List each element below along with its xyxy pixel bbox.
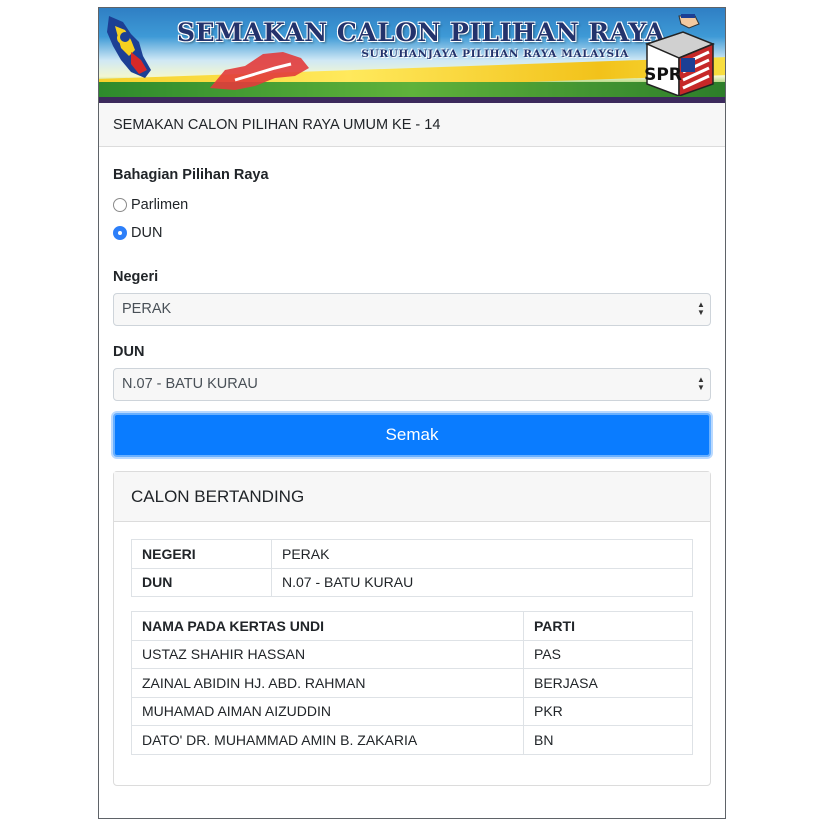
info-table: NEGERI PERAK DUN N.07 - BATU KURAU	[131, 539, 693, 597]
radio-dun-label: DUN	[131, 225, 163, 241]
page-frame: SEMAKAN CALON PILIHAN RAYA SURUHANJAYA P…	[98, 7, 726, 819]
dun-select[interactable]: N.07 - BATU KURAU ▲ ▼	[113, 368, 711, 401]
table-row: MUHAMAD AIMAN AIZUDDIN PKR	[131, 696, 693, 726]
info-key: NEGERI	[131, 539, 272, 569]
radio-dun[interactable]: DUN	[113, 219, 711, 247]
table-row: NEGERI PERAK	[131, 539, 693, 569]
table-row: ZAINAL ABIDIN HJ. ABD. RAHMAN BERJASA	[131, 668, 693, 698]
banner-subtitle: SURUHANJAYA PILIHAN RAYA MALAYSIA	[361, 48, 629, 60]
candidate-party: BERJASA	[523, 668, 693, 698]
candidate-party: BN	[523, 725, 693, 755]
negeri-label: Negeri	[113, 269, 159, 285]
candidate-party: PKR	[523, 696, 693, 726]
results-card: CALON BERTANDING NEGERI PERAK DUN N.07 -…	[113, 471, 711, 786]
malaysia-map-flag-graphic	[107, 16, 151, 78]
negeri-select[interactable]: PERAK ▲ ▼	[113, 293, 711, 326]
radio-parlimen-label: Parlimen	[131, 197, 189, 213]
candidate-party: PAS	[523, 639, 693, 669]
select-arrows-icon: ▲ ▼	[697, 300, 705, 317]
results-title: CALON BERTANDING	[114, 472, 710, 522]
candidates-table: NAMA PADA KERTAS UNDI PARTI USTAZ SHAHIR…	[131, 611, 693, 755]
banner-title: SEMAKAN CALON PILIHAN RAYA	[177, 18, 665, 47]
select-arrows-icon: ▲ ▼	[697, 375, 705, 392]
negeri-select-value: PERAK	[122, 301, 172, 317]
table-row: DATO' DR. MUHAMMAD AMIN B. ZAKARIA BN	[131, 725, 693, 755]
radio-parlimen-control[interactable]	[113, 198, 127, 212]
dun-select-value: N.07 - BATU KURAU	[122, 376, 258, 392]
info-value: PERAK	[271, 539, 693, 569]
site-banner: SEMAKAN CALON PILIHAN RAYA SURUHANJAYA P…	[99, 8, 725, 103]
table-row: USTAZ SHAHIR HASSAN PAS	[131, 639, 693, 669]
table-header-row: NAMA PADA KERTAS UNDI PARTI	[131, 611, 693, 641]
radio-parlimen[interactable]: Parlimen	[113, 191, 711, 219]
form-content: Bahagian Pilihan Raya Parlimen DUN Neger…	[99, 167, 725, 786]
table-row: DUN N.07 - BATU KURAU	[131, 567, 693, 597]
candidate-name: DATO' DR. MUHAMMAD AMIN B. ZAKARIA	[131, 725, 524, 755]
spr-logo-text: SPR	[644, 65, 682, 85]
column-header-name: NAMA PADA KERTAS UNDI	[131, 611, 524, 641]
borneo-map-graphic	[210, 52, 309, 90]
candidate-name: MUHAMAD AIMAN AIZUDDIN	[131, 696, 524, 726]
dun-label: DUN	[113, 344, 145, 360]
spr-ballot-box-logo: SPR	[644, 14, 715, 96]
page-title: SEMAKAN CALON PILIHAN RAYA UMUM KE - 14	[99, 103, 725, 147]
candidate-name: ZAINAL ABIDIN HJ. ABD. RAHMAN	[131, 668, 524, 698]
column-header-party: PARTI	[523, 611, 693, 641]
bahagian-label: Bahagian Pilihan Raya	[113, 167, 269, 183]
candidate-name: USTAZ SHAHIR HASSAN	[131, 639, 524, 669]
radio-dun-control[interactable]	[113, 226, 127, 240]
info-value: N.07 - BATU KURAU	[271, 567, 693, 597]
info-key: DUN	[131, 567, 272, 597]
semak-button[interactable]: Semak	[113, 413, 711, 457]
